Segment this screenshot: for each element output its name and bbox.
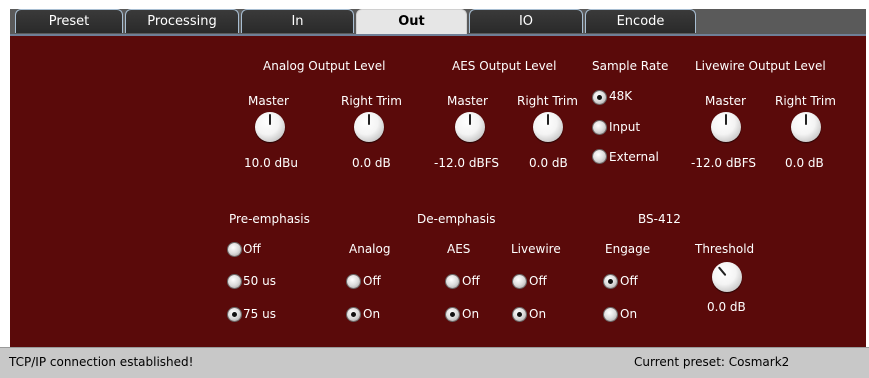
connection-status: TCP/IP connection established! bbox=[9, 355, 194, 369]
bs412-engage-label: Engage bbox=[605, 242, 651, 256]
bs412-title: BS-412 bbox=[638, 212, 681, 226]
tab-bar: Preset Processing In Out IO Encode bbox=[10, 9, 866, 35]
de-emphasis-aes-on-label: On bbox=[462, 307, 480, 321]
tab-preset[interactable]: Preset bbox=[15, 9, 123, 33]
de-emphasis-aes-off-label: Off bbox=[462, 274, 480, 288]
livewire-output-title: Livewire Output Level bbox=[695, 59, 826, 73]
bs412-threshold-label: Threshold bbox=[695, 242, 755, 256]
pre-emphasis-75us-radio[interactable] bbox=[228, 308, 241, 321]
aes-trim-knob[interactable] bbox=[533, 112, 563, 142]
sample-rate-external-radio[interactable] bbox=[593, 150, 606, 163]
bs412-threshold-value: 0.0 dB bbox=[707, 300, 746, 314]
de-emphasis-livewire-on-radio[interactable] bbox=[513, 308, 526, 321]
livewire-master-value: -12.0 dBFS bbox=[691, 156, 757, 170]
de-emphasis-analog-off-radio[interactable] bbox=[347, 275, 360, 288]
bs412-engage-off-radio[interactable] bbox=[604, 275, 617, 288]
sample-rate-48k-label: 48K bbox=[609, 89, 633, 103]
de-emphasis-livewire-off-label: Off bbox=[529, 274, 547, 288]
tab-out[interactable]: Out bbox=[356, 9, 467, 35]
pre-emphasis-off-label: Off bbox=[243, 242, 261, 256]
analog-master-knob[interactable] bbox=[255, 112, 285, 142]
de-emphasis-livewire-label: Livewire bbox=[511, 242, 561, 256]
de-emphasis-analog-off-label: Off bbox=[363, 274, 381, 288]
sample-rate-input-label: Input bbox=[609, 120, 641, 134]
aes-master-knob[interactable] bbox=[455, 112, 485, 142]
sample-rate-48k-radio[interactable] bbox=[593, 91, 606, 104]
aes-master-label: Master bbox=[447, 94, 488, 108]
livewire-master-knob[interactable] bbox=[711, 112, 741, 142]
aes-master-value: -12.0 dBFS bbox=[434, 156, 500, 170]
tab-io[interactable]: IO bbox=[469, 9, 583, 33]
analog-trim-label: Right Trim bbox=[341, 94, 402, 108]
de-emphasis-livewire-on-label: On bbox=[529, 307, 547, 321]
aes-trim-value: 0.0 dB bbox=[529, 156, 568, 170]
bs412-engage-on-radio[interactable] bbox=[604, 308, 617, 321]
sample-rate-external-label: External bbox=[609, 150, 659, 164]
livewire-trim-value: 0.0 dB bbox=[785, 156, 824, 170]
current-preset-status: Current preset: Cosmark2 bbox=[634, 355, 790, 369]
analog-master-value: 10.0 dBu bbox=[244, 156, 298, 170]
analog-output-title: Analog Output Level bbox=[263, 59, 386, 73]
aes-output-title: AES Output Level bbox=[452, 59, 557, 73]
analog-master-label: Master bbox=[248, 94, 289, 108]
tab-encode[interactable]: Encode bbox=[585, 9, 696, 33]
bs412-engage-off-label: Off bbox=[620, 274, 638, 288]
livewire-trim-knob[interactable] bbox=[791, 112, 821, 142]
analog-trim-knob[interactable] bbox=[354, 112, 384, 142]
de-emphasis-aes-off-radio[interactable] bbox=[446, 275, 459, 288]
pre-emphasis-50us-radio[interactable] bbox=[228, 275, 241, 288]
tab-in[interactable]: In bbox=[241, 9, 354, 33]
sample-rate-input-radio[interactable] bbox=[593, 121, 606, 134]
aes-trim-label: Right Trim bbox=[517, 94, 578, 108]
de-emphasis-livewire-off-radio[interactable] bbox=[513, 275, 526, 288]
sample-rate-title: Sample Rate bbox=[592, 59, 669, 73]
pre-emphasis-title: Pre-emphasis bbox=[229, 212, 310, 226]
de-emphasis-analog-on-radio[interactable] bbox=[347, 308, 360, 321]
de-emphasis-title: De-emphasis bbox=[417, 212, 496, 226]
de-emphasis-analog-on-label: On bbox=[363, 307, 381, 321]
pre-emphasis-75us-label: 75 us bbox=[243, 307, 276, 321]
livewire-master-label: Master bbox=[705, 94, 746, 108]
bs412-threshold-knob[interactable] bbox=[712, 262, 742, 292]
livewire-trim-label: Right Trim bbox=[775, 94, 836, 108]
tab-processing[interactable]: Processing bbox=[125, 9, 239, 33]
out-panel: Analog Output Level Master Right Trim 10… bbox=[10, 34, 866, 347]
de-emphasis-aes-label: AES bbox=[447, 242, 471, 256]
analog-trim-value: 0.0 dB bbox=[352, 156, 391, 170]
pre-emphasis-off-radio[interactable] bbox=[228, 243, 241, 256]
pre-emphasis-50us-label: 50 us bbox=[243, 274, 276, 288]
status-bar: TCP/IP connection established! Current p… bbox=[0, 347, 869, 378]
de-emphasis-analog-label: Analog bbox=[349, 242, 391, 256]
de-emphasis-aes-on-radio[interactable] bbox=[446, 308, 459, 321]
bs412-engage-on-label: On bbox=[620, 307, 638, 321]
